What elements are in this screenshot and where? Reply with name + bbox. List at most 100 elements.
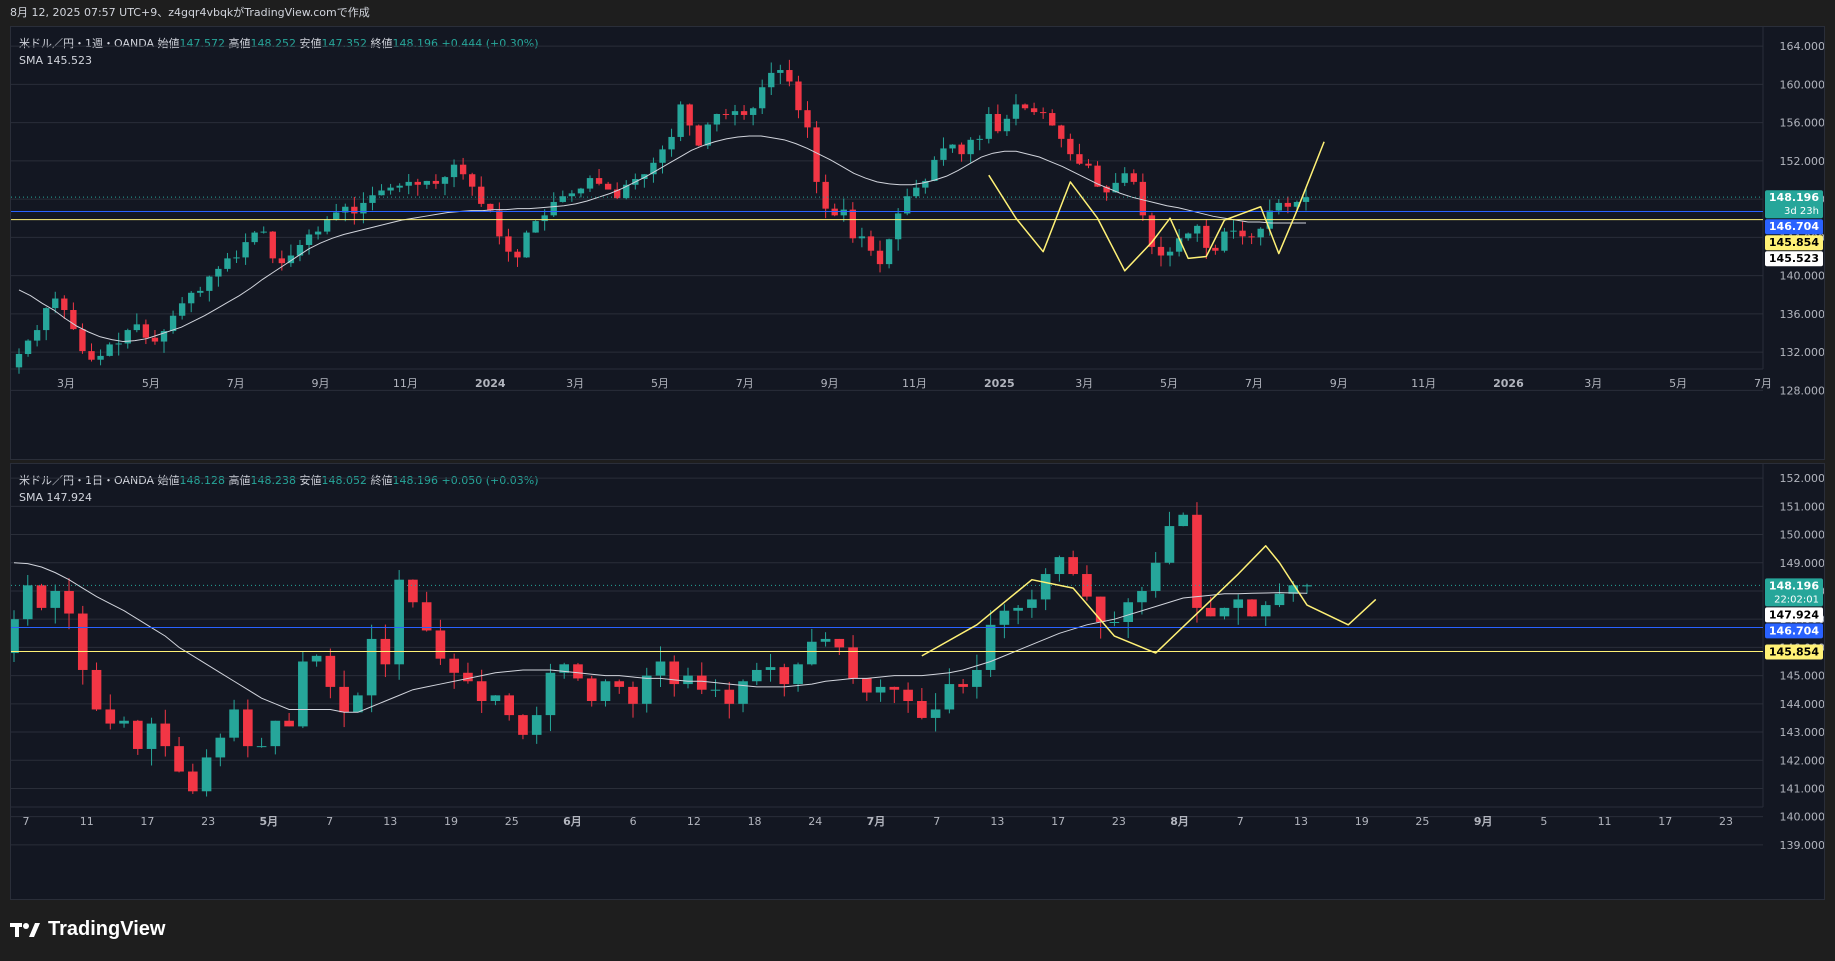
weekly-candle-body (432, 180, 440, 184)
daily-candle-body (958, 684, 968, 687)
weekly-x-tick-label: 2026 (1493, 377, 1524, 390)
daily-candle-body (930, 709, 941, 718)
weekly-candle-body (768, 72, 775, 88)
weekly-candle-body (858, 236, 866, 239)
weekly-x-tick-label: 3月 (1584, 377, 1602, 390)
daily-candle-body (779, 667, 790, 685)
weekly-candle-body (314, 231, 322, 235)
weekly-x-tick-label: 5月 (142, 377, 160, 390)
weekly-candle-body (70, 310, 77, 330)
daily-candle-body (1137, 590, 1147, 603)
daily-x-tick-label: 19 (444, 815, 458, 828)
weekly-candle-body (450, 164, 458, 178)
weekly-candle-body (142, 324, 150, 338)
weekly-candle-body (840, 209, 847, 216)
daily-candle-body (311, 655, 322, 662)
weekly-x-tick-label: 2024 (475, 377, 506, 390)
weekly-candlestick-chart[interactable]: 164.000160.000156.000152.000148.000144.0… (11, 27, 1824, 459)
weekly-x-tick-label: 2025 (984, 377, 1015, 390)
daily-candle-body (917, 701, 927, 718)
weekly-candle-body (885, 239, 893, 265)
weekly-candle-body (949, 144, 956, 149)
daily-candle-body (256, 746, 267, 748)
daily-candle-body (421, 602, 432, 631)
weekly-candle-body (550, 201, 557, 216)
weekly-x-tick-label: 3月 (1075, 377, 1093, 390)
weekly-candle-body (831, 208, 838, 216)
tradingview-footer[interactable]: TradingView (10, 918, 165, 941)
weekly-candle-body (1257, 228, 1264, 238)
daily-y-tick-label: 142.000 (1780, 754, 1825, 767)
daily-candle-body (160, 723, 171, 747)
weekly-candle-body (967, 139, 974, 155)
weekly-candle-body (115, 343, 122, 345)
weekly-candle-body (278, 258, 286, 264)
daily-candlestick-chart[interactable]: 152.000151.000150.000149.000148.000147.0… (11, 464, 1824, 899)
daily-candle-body (696, 675, 707, 690)
daily-candle-body (944, 684, 955, 710)
daily-candle-body (724, 689, 735, 704)
weekly-x-tick-label: 9月 (821, 377, 839, 390)
weekly-candle-body (1275, 202, 1282, 211)
daily-candle-body (11, 619, 19, 654)
weekly-candle-body (15, 353, 23, 368)
weekly-candle-body (197, 290, 204, 293)
daily-x-tick-label: 11 (80, 815, 94, 828)
daily-candle-body (1109, 622, 1120, 623)
daily-x-tick-label: 11 (1598, 815, 1612, 828)
daily-y-tick-label: 144.000 (1780, 698, 1825, 711)
daily-x-tick-label: 23 (1719, 815, 1733, 828)
daily-candle-body (1247, 599, 1257, 617)
daily-candle-body (408, 579, 418, 603)
weekly-candle-body (260, 231, 267, 233)
daily-y-tick-label: 141.000 (1780, 782, 1825, 795)
weekly-candle-body (269, 231, 276, 259)
daily-candle-body (751, 669, 762, 682)
weekly-candle-body (704, 124, 711, 146)
weekly-y-tick-label: 164.000 (1780, 40, 1825, 53)
weekly-x-tick-label: 5月 (1669, 377, 1687, 390)
daily-candle-body (889, 686, 900, 690)
weekly-candle-body (1058, 125, 1065, 139)
weekly-y-tick-label: 156.000 (1780, 117, 1825, 130)
daily-candle-body (270, 720, 281, 747)
daily-candle-body (50, 590, 61, 608)
daily-y-tick-label: 152.000 (1780, 472, 1825, 485)
daily-price-tag-label: 145.854 (1769, 646, 1819, 659)
daily-candle-body (1233, 599, 1244, 608)
weekly-candle-body (668, 136, 675, 150)
daily-candle-body (628, 686, 638, 704)
weekly-candle-body (1212, 247, 1219, 251)
weekly-sma-line (18, 135, 1306, 343)
weekly-candle-body (1157, 246, 1165, 256)
daily-x-tick-label: 5月 (260, 815, 279, 828)
weekly-chart-pane[interactable]: 米ドル／円・1週・OANDA 始値147.572 高値148.252 安値147… (10, 26, 1825, 460)
weekly-candle-body (1130, 173, 1137, 182)
daily-candle-body (1164, 526, 1175, 563)
weekly-candle-body (496, 210, 503, 237)
weekly-candle-body (777, 70, 784, 73)
daily-candle-body (1150, 562, 1161, 591)
weekly-candle-body (740, 111, 748, 115)
weekly-candle-body (686, 104, 693, 126)
weekly-candle-body (33, 330, 41, 341)
weekly-candle-body (659, 149, 666, 163)
daily-y-tick-label: 149.000 (1780, 557, 1825, 570)
daily-candle-body (353, 695, 363, 713)
weekly-candle-body (405, 181, 412, 186)
daily-y-tick-label: 139.000 (1780, 839, 1825, 852)
weekly-candle-body (206, 276, 213, 291)
weekly-candle-body (695, 125, 702, 146)
weekly-candle-body (478, 186, 485, 204)
weekly-candle-body (514, 251, 521, 258)
daily-candle-body (36, 585, 47, 608)
weekly-candle-body (414, 181, 421, 185)
daily-candle-body (1027, 599, 1037, 608)
daily-candle-body (848, 647, 858, 679)
weekly-candle-body (369, 195, 376, 203)
weekly-x-tick-label: 5月 (651, 377, 669, 390)
daily-chart-pane[interactable]: 米ドル／円・1日・OANDA 始値148.128 高値148.238 安値148… (10, 463, 1825, 900)
weekly-candle-body (958, 144, 965, 155)
daily-candle-body (972, 669, 982, 687)
daily-candle-body (215, 737, 226, 758)
